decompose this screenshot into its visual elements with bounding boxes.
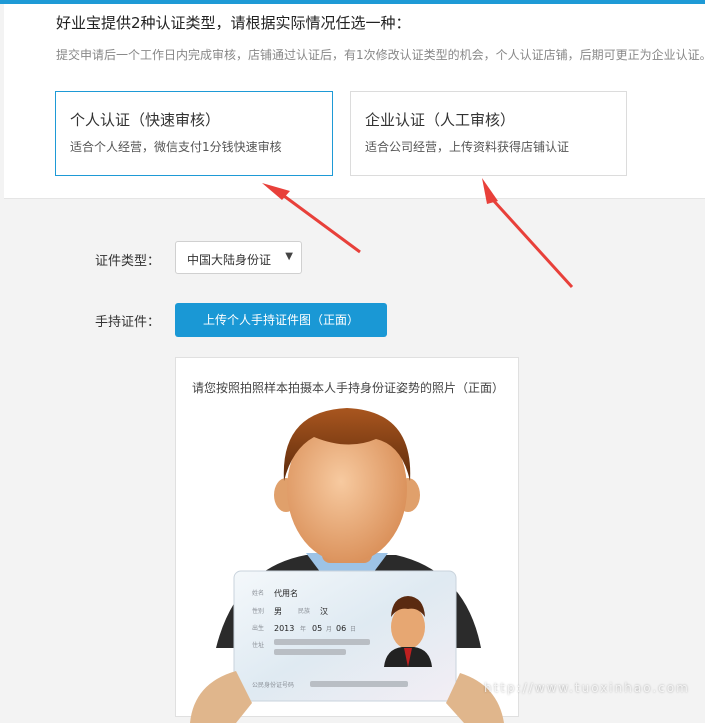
arrow-shaft-right [491,198,574,289]
arrow-shaft-left [279,191,361,254]
arrow-head-right [482,178,498,204]
watermark-text: http://www.tuoxinhao.com [484,681,690,695]
red-arrow-annotations [262,178,574,289]
